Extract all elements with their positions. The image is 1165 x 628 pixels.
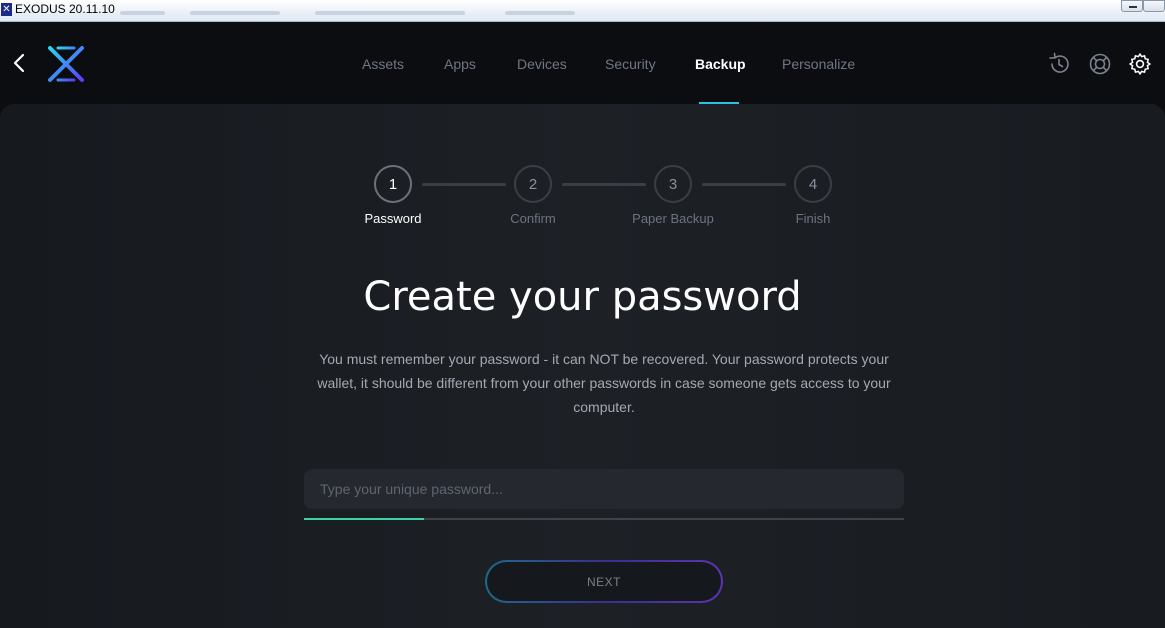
background-blur [505, 11, 575, 15]
maximize-button[interactable] [1143, 0, 1165, 12]
tab-backup[interactable]: Backup [695, 56, 746, 72]
step-3-circle: 3 [654, 165, 692, 203]
step-1-label: Password [364, 211, 422, 226]
exodus-app-icon: ✕ [1, 3, 12, 16]
step-4-circle: 4 [794, 165, 832, 203]
tab-personalize[interactable]: Personalize [782, 56, 855, 72]
background-blur [190, 11, 280, 15]
step-connector [422, 183, 506, 186]
step-4-label: Finish [795, 211, 831, 226]
password-description: You must remember your password - it can… [317, 351, 891, 415]
step-1-circle: 1 [374, 165, 412, 203]
background-blur [120, 11, 165, 15]
step-2-circle: 2 [514, 165, 552, 203]
os-title-bar: ✕ EXODUS 20.11.10 [0, 0, 1165, 22]
gear-icon[interactable] [1128, 52, 1152, 76]
page-title: Create your password [363, 274, 802, 320]
password-input[interactable] [304, 469, 904, 509]
minimize-button[interactable] [1121, 0, 1143, 12]
next-button[interactable]: NEXT [485, 560, 723, 603]
app-header: Assets Apps Devices Security Backup Pers… [0, 22, 1165, 104]
password-strength-fill [304, 518, 424, 520]
tab-apps[interactable]: Apps [444, 56, 476, 72]
support-icon[interactable] [1088, 52, 1112, 76]
password-strength-bar [304, 518, 904, 520]
step-connector [562, 183, 646, 186]
tab-devices[interactable]: Devices [517, 56, 567, 72]
window-title: EXODUS 20.11.10 [15, 2, 115, 16]
main-nav: Assets Apps Devices Security Backup Pers… [0, 22, 1165, 104]
step-2-label: Confirm [510, 211, 556, 226]
tab-assets[interactable]: Assets [362, 56, 404, 72]
step-3-label: Paper Backup [632, 211, 714, 226]
step-connector [702, 183, 786, 186]
tab-security[interactable]: Security [605, 56, 656, 72]
history-icon[interactable] [1047, 52, 1071, 76]
backup-panel: 1 2 3 4 Password Confirm Paper Backup Fi… [0, 104, 1165, 628]
background-blur [315, 11, 465, 15]
